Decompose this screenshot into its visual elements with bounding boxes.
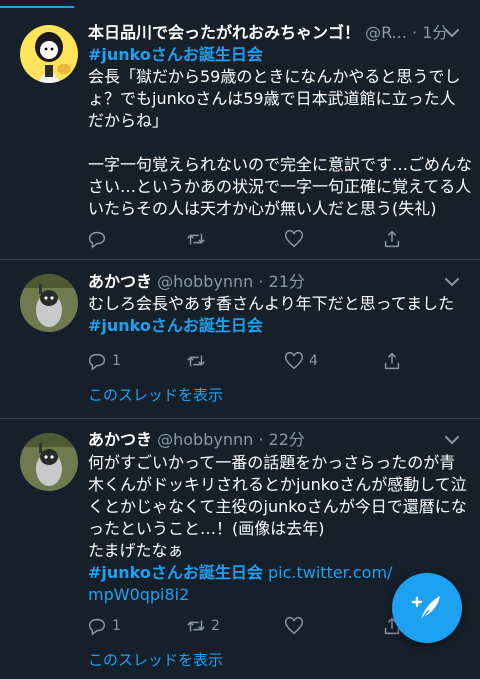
hashtag-link[interactable]: #junkoさんお誕生日会 xyxy=(88,315,460,337)
tweet-text: むしろ会長やあす香さんより年下だと思ってました #junkoさんお誕生日会 xyxy=(88,293,460,337)
reply-icon xyxy=(88,231,106,249)
text-line: さい…というかあの状況で一字一句正確に覚えてる人 xyxy=(88,177,472,196)
display-name[interactable]: あかつき xyxy=(88,272,152,291)
tweet-actions: 1 4 xyxy=(86,349,426,373)
compose-tweet-button[interactable] xyxy=(392,573,462,643)
text-line: ったということ…！(画像は去年) xyxy=(88,519,325,538)
separator-dot: · xyxy=(412,23,418,42)
retweet-button[interactable] xyxy=(185,227,211,251)
like-button[interactable] xyxy=(283,227,309,251)
tweet-header: あかつき @hobbynnn · 22分 xyxy=(88,428,464,452)
display-name[interactable]: あかつき xyxy=(88,430,152,449)
hashtag-link[interactable]: #junkoさんお誕生日会 xyxy=(88,563,263,582)
user-handle[interactable]: @hobbynnn xyxy=(157,430,253,449)
timestamp[interactable]: 22分 xyxy=(269,430,305,449)
reply-icon xyxy=(88,618,106,636)
tweet-1[interactable]: 本日品川で会ったがれおみちゃンゴ！ @R... · 1分 #junkoさんお誕生… xyxy=(0,8,480,260)
like-icon xyxy=(284,229,304,248)
avatar[interactable] xyxy=(20,433,78,491)
user-handle[interactable]: @hobbynnn xyxy=(157,272,253,291)
tweet-actions: 1 2 xyxy=(86,614,426,638)
like-count: 4 xyxy=(309,353,318,369)
retweet-icon xyxy=(187,355,205,367)
text-line: たまげたなぁ xyxy=(88,541,184,560)
timestamp[interactable]: 21分 xyxy=(269,272,305,291)
share-icon xyxy=(384,352,400,370)
text-line: 会長「獄だから59歳のときになんかやると思うでし xyxy=(88,67,461,86)
text-line: いたらその人は天才か心が無い人だと思う(失礼) xyxy=(88,199,437,218)
retweet-button[interactable] xyxy=(185,349,211,373)
avatar[interactable] xyxy=(20,274,78,332)
text-line: ょ？でもjunkoさんは59歳で日本武道館に立った人 xyxy=(88,89,456,108)
like-icon xyxy=(284,351,304,370)
reply-button[interactable]: 1 xyxy=(86,614,121,638)
text-line xyxy=(88,132,460,154)
tweet-3[interactable]: あかつき @hobbynnn · 22分 何がすごいかって一番の話題をかっさらっ… xyxy=(0,419,480,679)
share-button[interactable] xyxy=(381,349,403,373)
reply-count: 1 xyxy=(112,618,121,634)
separator-dot: · xyxy=(258,272,264,291)
separator-dot: · xyxy=(258,430,264,449)
like-button[interactable]: 4 xyxy=(283,349,318,373)
tweet-header: あかつき @hobbynnn · 21分 xyxy=(88,270,464,294)
text-line: 木くんがドッキリされるとかjunkoさんが感動して泣 xyxy=(88,475,467,494)
reply-button[interactable] xyxy=(86,227,112,251)
avatar[interactable] xyxy=(20,25,78,83)
retweet-icon xyxy=(187,233,205,245)
retweet-count: 2 xyxy=(211,618,220,634)
show-thread-link[interactable]: このスレッドを表示 xyxy=(88,649,223,670)
pic-link[interactable]: pic.twitter.com/ xyxy=(268,563,392,582)
hashtag-link[interactable]: #junkoさんお誕生日会 xyxy=(88,44,460,66)
share-icon xyxy=(384,230,400,248)
tweet-header: 本日品川で会ったがれおみちゃンゴ！ @R... · 1分 xyxy=(88,21,464,45)
compose-icon xyxy=(411,596,440,621)
like-button[interactable] xyxy=(283,614,309,638)
reply-count: 1 xyxy=(112,353,121,369)
chevron-down-icon[interactable] xyxy=(440,21,464,45)
text-line: むしろ会長やあす香さんより年下だと思ってました xyxy=(88,294,455,313)
tweet-actions xyxy=(86,227,426,251)
text-line: だからね」 xyxy=(88,111,169,130)
chevron-down-icon[interactable] xyxy=(440,428,464,452)
retweet-icon xyxy=(187,620,205,632)
text-line: 何がすごいかって一番の話題をかっさらったのが青 xyxy=(88,453,456,472)
like-icon xyxy=(284,616,304,635)
show-thread-link[interactable]: このスレッドを表示 xyxy=(88,384,223,405)
chevron-down-icon[interactable] xyxy=(440,270,464,294)
retweet-button[interactable]: 2 xyxy=(185,614,220,638)
text-line: くとかじゃなくて主役のjunkoさんが今日で還暦にな xyxy=(88,497,467,516)
tweet-2[interactable]: あかつき @hobbynnn · 21分 むしろ会長やあす香さんより年下だと思っ… xyxy=(0,260,480,419)
tab-indicator-bar xyxy=(0,0,480,8)
tweet-text: #junkoさんお誕生日会 会長「獄だから59歳のときになんかやると思うでし ょ… xyxy=(88,44,473,220)
display-name[interactable]: 本日品川で会ったがれおみちゃンゴ！ xyxy=(88,23,360,42)
text-line: 一字一句覚えられないので完全に意訳です…ごめんな xyxy=(88,155,473,174)
reply-icon xyxy=(88,353,106,371)
share-button[interactable] xyxy=(381,227,403,251)
reply-button[interactable]: 1 xyxy=(86,349,121,373)
user-handle[interactable]: @R... xyxy=(365,23,407,42)
